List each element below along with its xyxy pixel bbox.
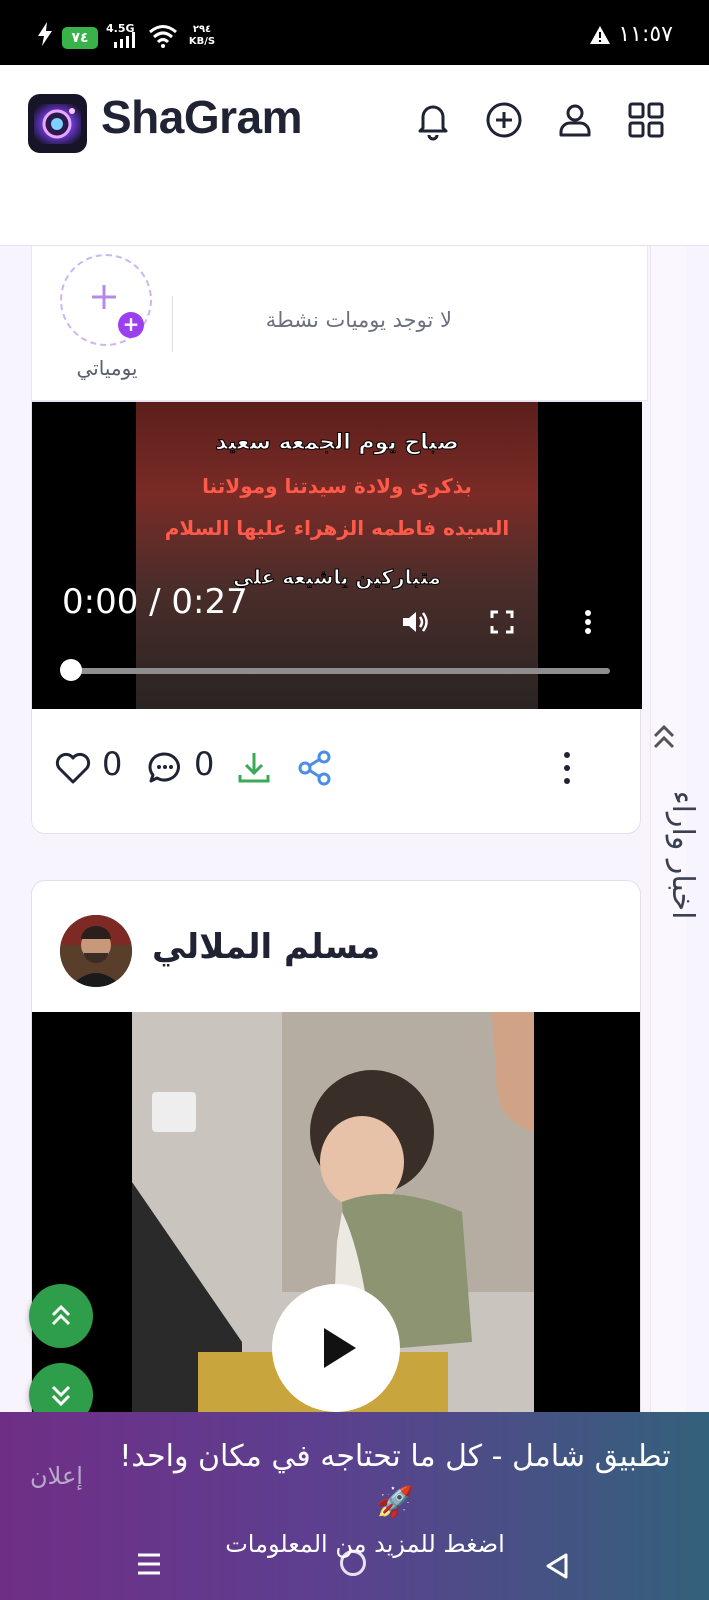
ad-label: إعلان xyxy=(30,1462,83,1490)
like-count: 0 xyxy=(102,745,123,783)
chevrons-up-icon[interactable] xyxy=(650,722,678,752)
avatar[interactable] xyxy=(60,915,132,987)
post-author[interactable]: مسلم الملالي xyxy=(152,927,380,967)
no-stories-text: لا توجد يوميات نشطة xyxy=(265,308,452,332)
video-time: 0:00 / 0:27 xyxy=(62,582,248,622)
video-progress-thumb[interactable] xyxy=(60,659,82,681)
status-bar: ٧٤ 4.5G ٢٩٤ KB/S ١١:٥٧ xyxy=(0,0,709,65)
video-player[interactable] xyxy=(32,1012,640,1419)
download-icon[interactable] xyxy=(235,749,273,787)
app-title: ShaGram xyxy=(101,91,303,143)
heart-icon[interactable] xyxy=(54,749,92,787)
add-badge-icon: + xyxy=(118,312,144,338)
home-nav-icon[interactable] xyxy=(340,1550,366,1576)
volume-icon[interactable] xyxy=(400,607,430,637)
share-icon[interactable] xyxy=(296,749,334,787)
warning-icon xyxy=(590,26,610,44)
video-caption-line: بذكرى ولادة سيدتنا ومولاتنا xyxy=(202,474,472,498)
back-nav-icon[interactable] xyxy=(544,1552,570,1580)
stories-bar: + يومياتي لا توجد يوميات نشطة xyxy=(31,246,648,401)
plus-circle-icon[interactable] xyxy=(482,98,526,142)
network-speed: ٢٩٤ KB/S xyxy=(188,24,216,47)
side-panel-label[interactable]: اخبار واراء xyxy=(660,775,700,935)
fullscreen-icon[interactable] xyxy=(487,607,517,637)
menu-nav-icon[interactable] xyxy=(136,1551,162,1577)
post-actions: 0 0 xyxy=(32,709,642,835)
bell-icon[interactable] xyxy=(411,98,455,142)
app-logo[interactable] xyxy=(28,94,87,153)
video-caption-line: صباح يوم الجمعه سعيد xyxy=(215,430,459,456)
my-story-label: يومياتي xyxy=(76,356,138,380)
divider xyxy=(172,296,173,352)
ad-text[interactable]: تطبيق شامل - كل ما تحتاجه في مكان واحد! … xyxy=(110,1434,680,1526)
clock: ١١:٥٧ xyxy=(618,22,673,47)
more-options-icon[interactable] xyxy=(573,607,603,637)
post-card: صباح يوم الجمعه سعيد بذكرى ولادة سيدتنا … xyxy=(31,401,642,835)
video-progress-track[interactable] xyxy=(70,668,610,674)
charging-icon xyxy=(38,22,52,46)
signal-icon: 4.5G xyxy=(106,22,136,50)
play-button[interactable] xyxy=(272,1284,400,1412)
video-player[interactable]: صباح يوم الجمعه سعيد بذكرى ولادة سيدتنا … xyxy=(32,402,642,709)
scroll-up-button[interactable] xyxy=(29,1284,93,1348)
post-menu-icon[interactable] xyxy=(548,749,586,787)
grid-icon[interactable] xyxy=(624,98,668,142)
comment-icon[interactable] xyxy=(146,749,184,787)
wifi-icon xyxy=(149,25,177,48)
user-icon[interactable] xyxy=(553,98,597,142)
battery-level: ٧٤ xyxy=(62,27,98,49)
comment-count: 0 xyxy=(194,745,215,783)
video-caption-line: السيده فاطمه الزهراء عليها السلام xyxy=(164,516,510,540)
chevrons-up-icon xyxy=(51,1304,71,1326)
plus-icon xyxy=(92,285,116,309)
ad-cta-link[interactable]: اضغط للمزيد من المعلومات xyxy=(200,1530,530,1558)
post-card: مسلم الملالي xyxy=(31,880,641,1420)
chevrons-down-icon xyxy=(51,1385,71,1407)
